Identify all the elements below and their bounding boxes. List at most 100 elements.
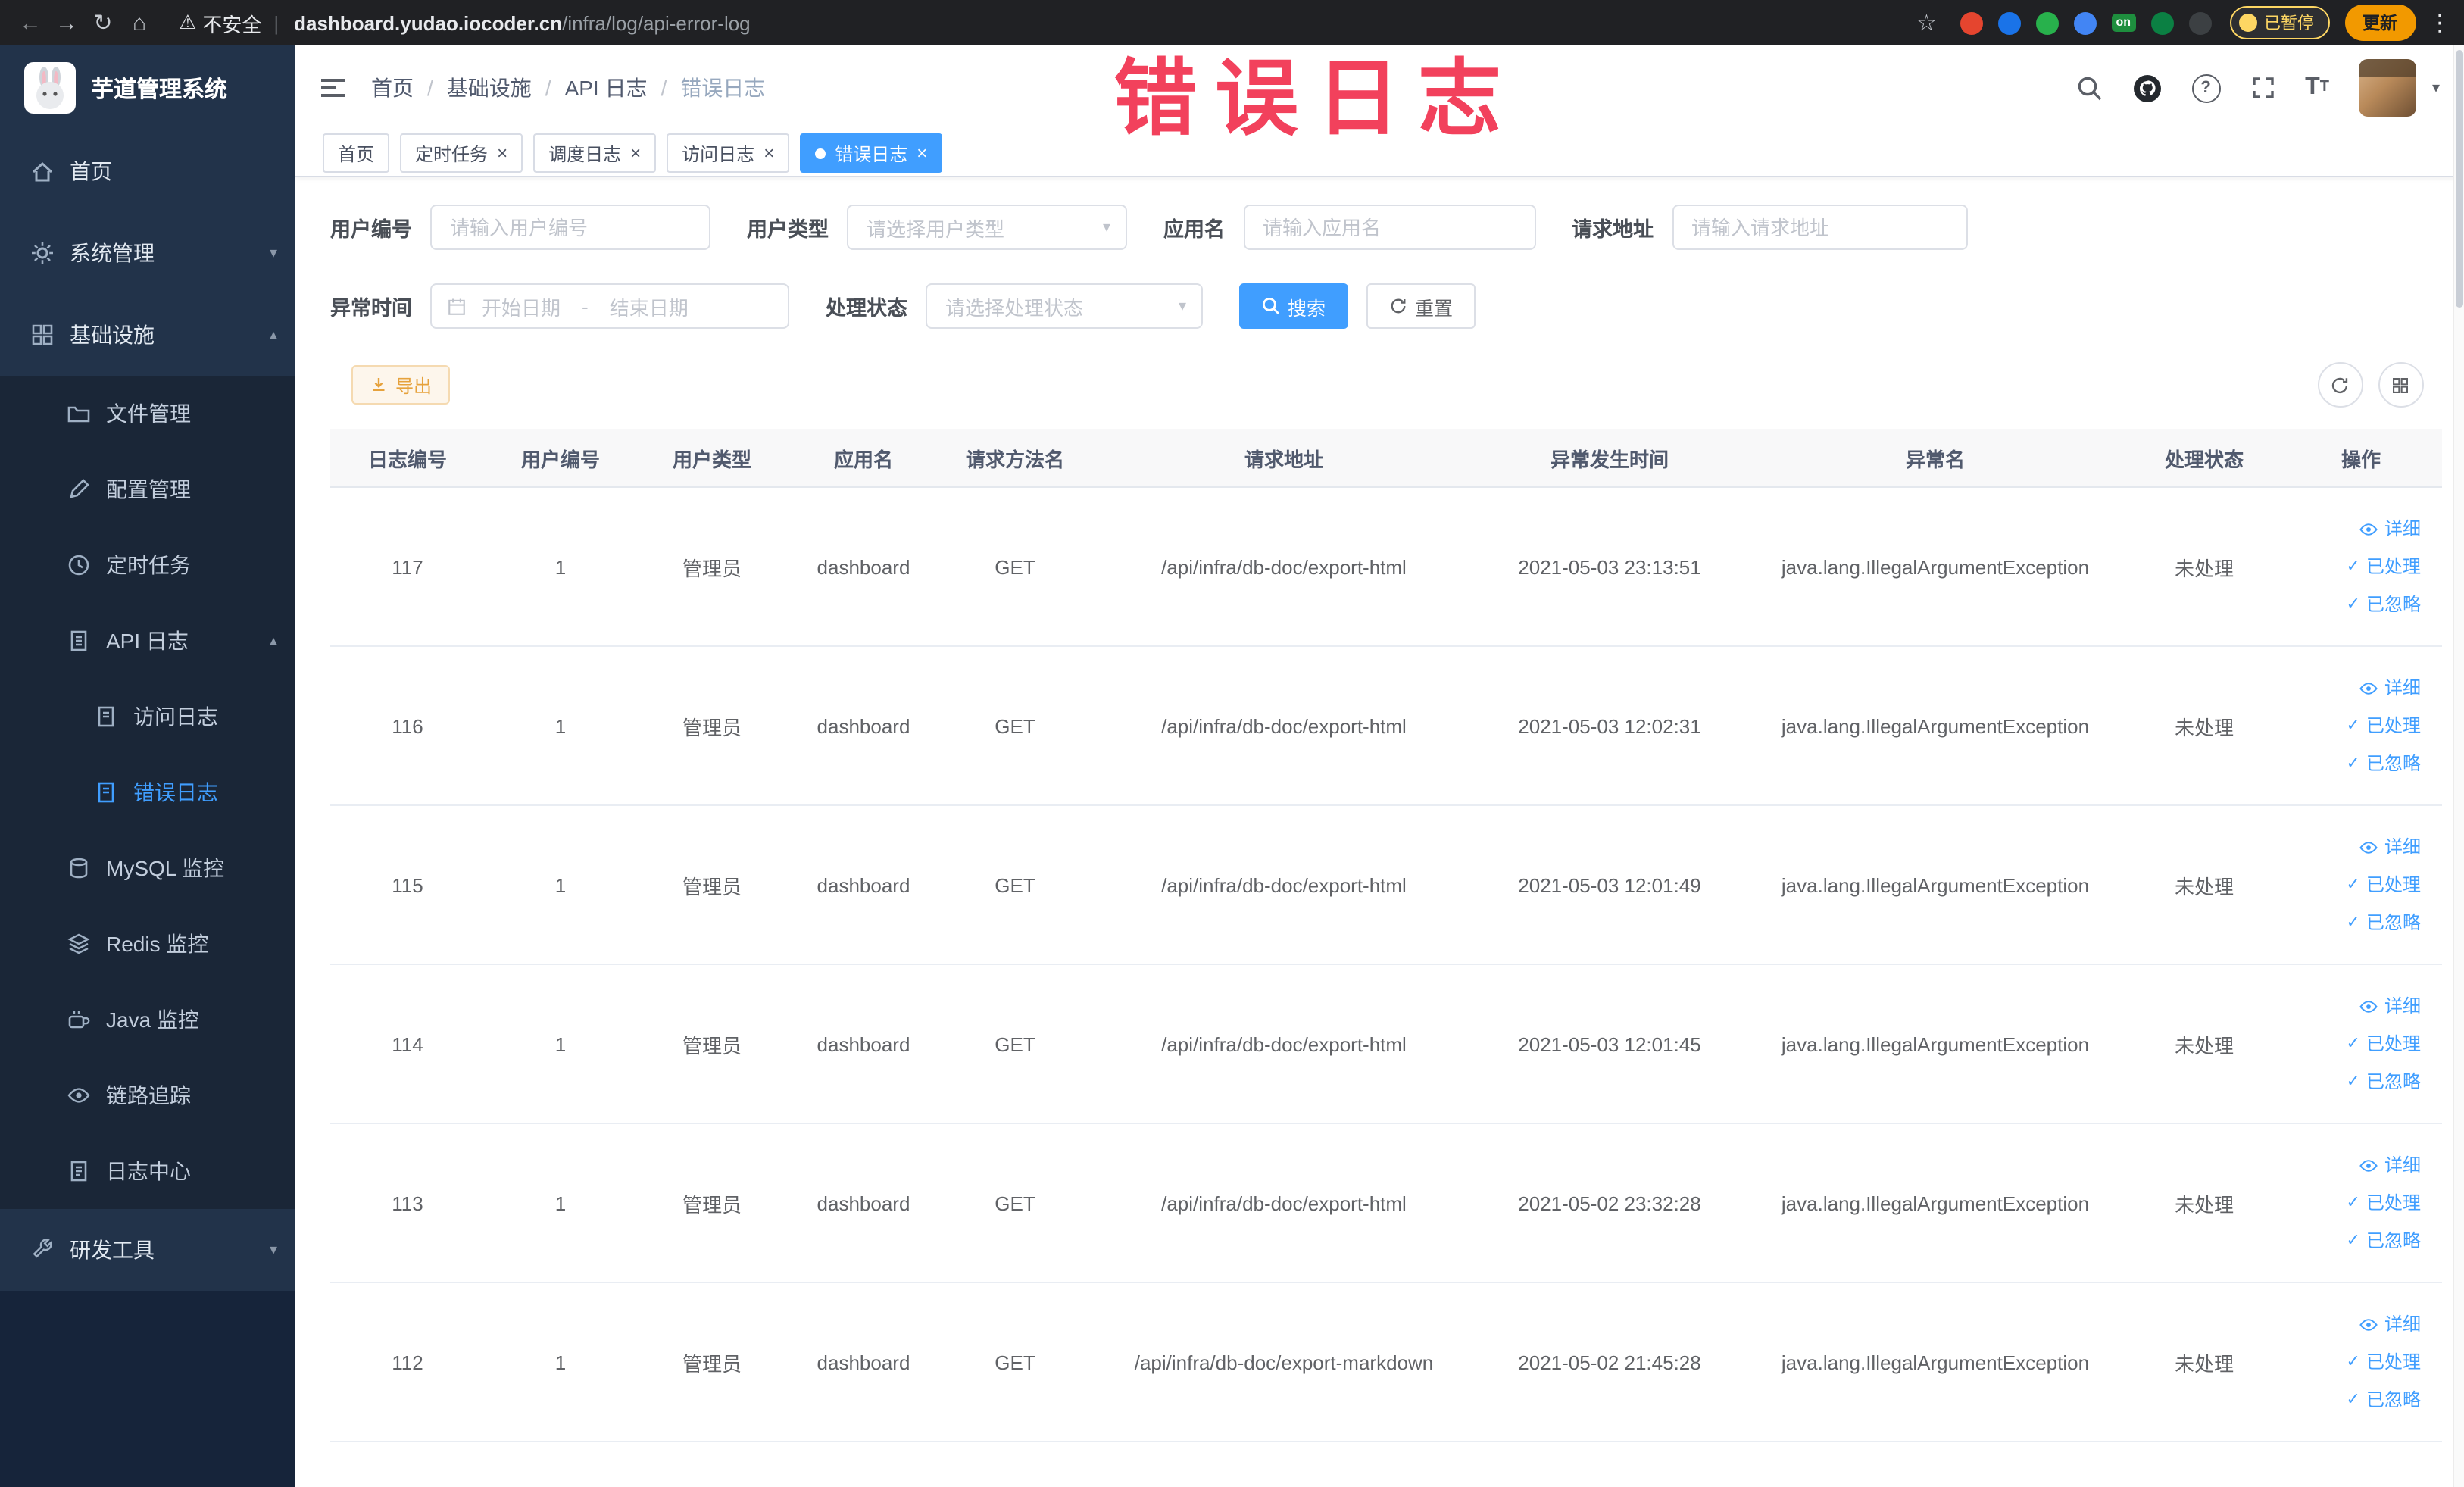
table-row: 117 1 管理员 dashboard GET /api/infra/db-do…: [330, 488, 2442, 647]
avatar-caret-icon[interactable]: ▾: [2432, 80, 2440, 96]
home-icon[interactable]: ⌂: [121, 10, 158, 36]
sidebar-item-home[interactable]: 首页: [0, 130, 295, 212]
user-type-select[interactable]: 请选择用户类型 ▾: [847, 205, 1127, 250]
tab-access-log[interactable]: 访问日志 ×: [667, 133, 790, 173]
tab-error-log[interactable]: 错误日志 ×: [800, 133, 943, 173]
forward-icon[interactable]: →: [48, 10, 85, 36]
column-settings-icon[interactable]: [2378, 362, 2423, 408]
reset-button[interactable]: 重置: [1366, 283, 1476, 329]
back-icon[interactable]: ←: [12, 10, 48, 36]
eye-icon: [2359, 523, 2378, 535]
sidebar-toggle-icon[interactable]: [320, 77, 347, 98]
close-icon[interactable]: ×: [764, 144, 774, 162]
sidebar-item-access-log[interactable]: 访问日志: [0, 679, 295, 754]
mark-done-link[interactable]: ✓ 已处理: [2280, 707, 2421, 745]
detail-link[interactable]: 详细: [2280, 1146, 2421, 1184]
rabbit-logo-icon: [24, 62, 76, 114]
tab-schedule-log[interactable]: 调度日志 ×: [533, 133, 657, 173]
table-refresh-icon[interactable]: [2317, 362, 2363, 408]
app-name-input[interactable]: [1243, 205, 1535, 250]
database-icon: [67, 933, 90, 954]
eye-icon: [2359, 1159, 2378, 1171]
github-icon[interactable]: [2132, 73, 2161, 102]
detail-link[interactable]: 详细: [2280, 510, 2421, 548]
extension-icon-4[interactable]: [2073, 11, 2097, 34]
ignore-link[interactable]: ✓ 已忽略: [2280, 745, 2421, 783]
sidebar-item-trace[interactable]: 链路追踪: [0, 1057, 295, 1133]
table-header: 日志编号 用户编号 用户类型 应用名 请求方法名 请求地址 异常发生时间 异常名…: [330, 429, 2442, 488]
ignore-link[interactable]: ✓ 已忽略: [2280, 1222, 2421, 1260]
breadcrumb-infra[interactable]: 基础设施: [447, 73, 532, 103]
breadcrumb-home[interactable]: 首页: [371, 73, 414, 103]
sidebar-item-system[interactable]: 系统管理 ▾: [0, 212, 295, 294]
search-button[interactable]: 搜索: [1239, 283, 1349, 329]
scrollbar-thumb[interactable]: [2455, 50, 2462, 308]
mark-done-link[interactable]: ✓ 已处理: [2280, 1184, 2421, 1222]
sidebar-item-mysql-monitor[interactable]: MySQL 监控: [0, 830, 295, 906]
grid-icon: [32, 324, 53, 345]
extension-icon-6[interactable]: [2188, 11, 2211, 34]
avatar[interactable]: [2359, 59, 2417, 117]
close-icon[interactable]: ×: [630, 144, 641, 162]
mark-done-link[interactable]: ✓ 已处理: [2280, 1025, 2421, 1063]
detail-link[interactable]: 详细: [2280, 987, 2421, 1025]
mark-done-link[interactable]: ✓ 已处理: [2280, 548, 2421, 586]
sidebar-item-api-log[interactable]: API 日志 ▴: [0, 603, 295, 679]
close-icon[interactable]: ×: [917, 144, 927, 162]
breadcrumb-api-log[interactable]: API 日志: [565, 73, 648, 103]
export-button[interactable]: 导出: [351, 365, 451, 405]
browser-menu-icon[interactable]: ⋮: [2428, 9, 2452, 36]
date-range-picker[interactable]: 开始日期 - 结束日期: [430, 283, 789, 329]
switch-on-extension-icon[interactable]: on: [2111, 14, 2135, 32]
status-select[interactable]: 请选择处理状态 ▾: [926, 283, 1203, 329]
sidebar-item-config-manage[interactable]: 配置管理: [0, 451, 295, 527]
cell-status: 未处理: [2174, 1352, 2234, 1375]
cell-exception: java.lang.IllegalArgumentException: [1781, 1032, 2090, 1055]
update-button[interactable]: 更新: [2344, 5, 2416, 41]
page-scrollbar[interactable]: [2452, 45, 2464, 1487]
address-bar[interactable]: dashboard.yudao.iocoder.cn/infra/log/api…: [294, 11, 751, 34]
cell-user-type: 管理员: [682, 1352, 742, 1375]
sidebar-item-redis-monitor[interactable]: Redis 监控: [0, 906, 295, 982]
sidebar-item-scheduled-tasks[interactable]: 定时任务: [0, 527, 295, 603]
security-label[interactable]: 不安全: [202, 8, 261, 37]
app-name-label: 应用名: [1163, 218, 1225, 241]
ignore-link[interactable]: ✓ 已忽略: [2280, 586, 2421, 623]
tab-scheduled-tasks[interactable]: 定时任务 ×: [400, 133, 523, 173]
detail-link[interactable]: 详细: [2280, 669, 2421, 707]
request-url-input[interactable]: [1672, 205, 1967, 250]
sidebar-item-devtools[interactable]: 研发工具 ▾: [0, 1209, 295, 1291]
cell-exception: java.lang.IllegalArgumentException: [1781, 714, 2090, 737]
sidebar-item-file-manage[interactable]: 文件管理: [0, 376, 295, 451]
tab-home[interactable]: 首页: [323, 133, 390, 173]
sidebar-item-java-monitor[interactable]: Java 监控: [0, 982, 295, 1057]
mark-done-link[interactable]: ✓ 已处理: [2280, 1343, 2421, 1381]
ignore-link[interactable]: ✓ 已忽略: [2280, 904, 2421, 942]
extension-icon-5[interactable]: [2150, 11, 2173, 34]
cell-actions: 详细 ✓ 已处理 ✓ 已忽略: [2280, 987, 2442, 1101]
search-icon[interactable]: [2076, 75, 2102, 101]
cell-actions: 详细 ✓ 已处理 ✓ 已忽略: [2280, 1146, 2442, 1260]
cell-request-url: /api/infra/db-doc/export-html: [1161, 1032, 1407, 1055]
sidebar-item-log-center[interactable]: 日志中心: [0, 1133, 295, 1209]
font-size-icon[interactable]: TT: [2305, 75, 2329, 100]
fullscreen-icon[interactable]: [2250, 76, 2275, 100]
sidebar-item-infra[interactable]: 基础设施 ▴: [0, 294, 295, 376]
bookmark-star-icon[interactable]: ☆: [1908, 9, 1944, 36]
close-icon[interactable]: ×: [497, 144, 507, 162]
paused-badge[interactable]: 已暂停: [2229, 6, 2329, 39]
extension-icon-1[interactable]: [1960, 11, 1983, 34]
detail-link[interactable]: 详细: [2280, 828, 2421, 866]
ignore-link[interactable]: ✓ 已忽略: [2280, 1381, 2421, 1419]
ignore-link[interactable]: ✓ 已忽略: [2280, 1063, 2421, 1101]
help-icon[interactable]: ?: [2191, 73, 2221, 102]
detail-link[interactable]: 详细: [2280, 1305, 2421, 1343]
user-id-input[interactable]: [430, 205, 710, 250]
sidebar-item-error-log[interactable]: 错误日志: [0, 754, 295, 830]
cell-method: GET: [995, 873, 1035, 896]
document-icon: [70, 1161, 87, 1182]
extension-icon-3[interactable]: [2035, 11, 2059, 34]
mark-done-link[interactable]: ✓ 已处理: [2280, 866, 2421, 904]
reload-icon[interactable]: ↻: [85, 9, 121, 36]
extension-icon-2[interactable]: [1997, 11, 2021, 34]
